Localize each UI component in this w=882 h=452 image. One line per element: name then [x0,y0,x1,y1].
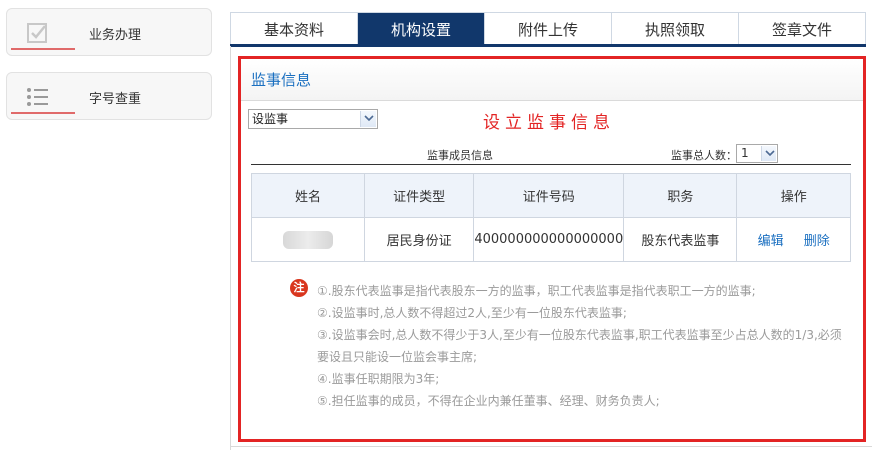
column-header: 操作 [736,173,851,218]
list-icon [25,85,49,109]
note-badge: 注 [290,279,308,297]
select-value: 设监事 [252,112,289,126]
sidebar-item-underline [11,112,75,114]
tab-attachment-upload[interactable]: 附件上传 [485,13,612,46]
note-line: ⑤.担任监事的成员，不得在企业内兼任董事、经理、财务负责人; [317,394,660,408]
members-label: 监事成员信息 [427,149,493,162]
note-line: ④.监事任职期限为3年; [317,372,440,386]
total-count-label: 监事总人数： [671,149,737,162]
frame-divider [230,46,231,450]
notes-list: ①.股东代表监事是指代表股东一方的监事，职工代表监事是指代表职工一方的监事; ②… [317,280,847,412]
chevron-down-icon[interactable] [761,146,776,161]
tab-signature-files[interactable]: 签章文件 [739,13,865,46]
select-value: 1 [741,146,749,160]
supervisor-panel: 监事信息 设监事 设立监事信息 监事成员信息 监事总人数： 1 姓名 证件类型 [238,56,866,442]
total-count-select[interactable]: 1 [736,144,778,163]
sidebar-item-underline [11,48,75,50]
column-header: 证件号码 [473,173,625,218]
note-line: ①.股东代表监事是指代表股东一方的监事，职工代表监事是指代表职工一方的监事; [317,284,756,298]
delete-link[interactable]: 删除 [804,234,830,249]
chevron-down-icon[interactable] [360,111,376,127]
frame-divider [230,446,872,447]
supervisor-table: 姓名 证件类型 证件号码 职务 操作 居民身份证 400000000000000… [251,173,851,262]
id-number-cell: 400000000000000000 [473,217,625,262]
note-line: ②.设监事时,总人数不得超过2人,至少有一位股东代表监事; [317,306,627,320]
sidebar-item-name-check[interactable]: 字号查重 [6,72,212,120]
tab-org-settings[interactable]: 机构设置 [358,13,485,46]
note-line: ③.设监事会时,总人数不得少于3人,至少有一位股东代表监事,职工代表监事至少占总… [317,328,842,364]
page: 业务办理 字号查重 基本资料 机构设置 附件上传 执照领取 签章文件 监事信息 … [0,0,882,452]
sidebar-item-label: 业务办理 [89,28,142,43]
column-header: 证件类型 [363,173,475,218]
table-row: 居民身份证 400000000000000000 股东代表监事 编辑 删除 [251,217,851,262]
tab-basic-info[interactable]: 基本资料 [231,13,358,46]
redacted-name [282,230,333,249]
tab-underline [230,44,866,47]
name-cell [251,217,365,262]
edit-link[interactable]: 编辑 [758,234,784,249]
column-header: 职务 [623,173,738,218]
panel-header: 监事信息 [241,59,863,101]
sidebar-item-label: 字号查重 [89,92,142,107]
supervisor-type-select[interactable]: 设监事 [248,109,378,129]
id-type-cell: 居民身份证 [363,217,475,262]
column-header: 姓名 [251,173,365,218]
actions-cell: 编辑 删除 [736,217,851,262]
divider [251,164,851,165]
position-cell: 股东代表监事 [623,217,738,262]
panel-title: 监事信息 [251,71,312,89]
sidebar-item-business[interactable]: 业务办理 [6,8,212,56]
section-heading: 设立监事信息 [483,113,615,133]
tab-license-pickup[interactable]: 执照领取 [612,13,739,46]
check-icon [25,21,49,45]
table-header-row: 姓名 证件类型 证件号码 职务 操作 [251,173,851,218]
tab-bar: 基本资料 机构设置 附件上传 执照领取 签章文件 [230,12,866,46]
